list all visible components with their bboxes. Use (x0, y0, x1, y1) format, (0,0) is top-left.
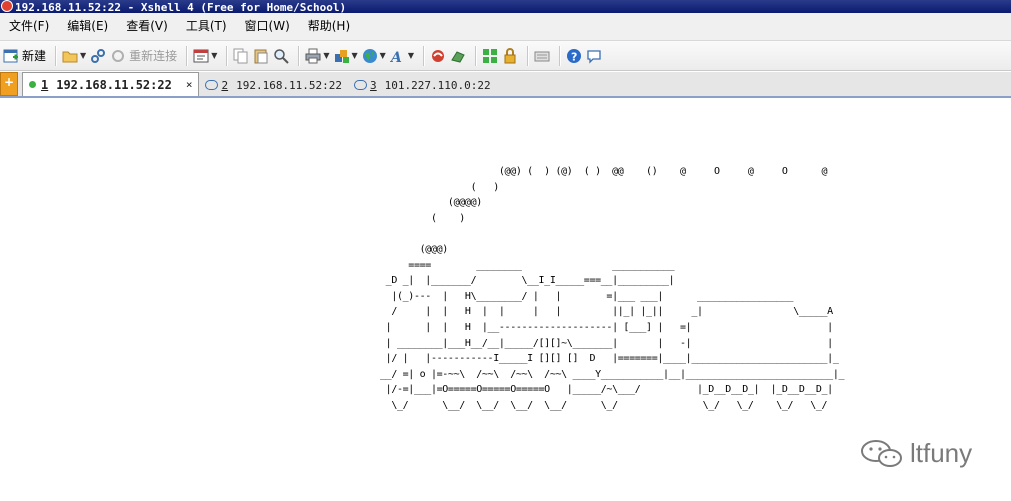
speech-bubble-icon (586, 48, 602, 64)
disconnected-session-icon (205, 80, 219, 90)
menu-view[interactable]: 查看(V) (117, 13, 177, 40)
menu-bar: 文件(F) 编辑(E) 查看(V) 工具(T) 窗口(W) 帮助(H) (0, 13, 1011, 41)
toolbar-divider (186, 45, 189, 66)
color-scheme-button[interactable]: ▼ (334, 44, 358, 68)
watermark: ltfuny (860, 438, 972, 469)
reconnect-button[interactable]: 重新连接 (110, 44, 177, 68)
toolbar-divider (558, 45, 561, 66)
chevron-down-icon[interactable]: ▼ (352, 51, 358, 60)
tab-session-1[interactable]: 1 192.168.11.52:22 × (22, 72, 200, 96)
lock-button[interactable] (502, 44, 518, 68)
svg-text:?: ? (571, 50, 577, 63)
watermark-text: ltfuny (910, 438, 973, 468)
new-session-label: 新建 (22, 49, 47, 63)
close-icon[interactable]: × (186, 78, 193, 91)
xshell-app-icon[interactable] (1, 0, 13, 12)
new-session-icon (3, 48, 19, 64)
open-folder-button[interactable]: ▼ (62, 44, 86, 68)
color-scheme-icon (334, 48, 350, 64)
fullscreen-icon (482, 48, 498, 64)
printer-icon (305, 48, 321, 64)
tab-label: 192.168.11.52:22 (236, 78, 343, 92)
tab-label: 101.227.110.0:22 (384, 78, 491, 92)
toolbar-divider (55, 45, 58, 66)
chevron-down-icon[interactable]: ▼ (408, 51, 414, 60)
help-button[interactable]: ? (566, 44, 582, 68)
transfer-icon (450, 48, 466, 64)
folder-icon (62, 48, 78, 64)
tab-number: 3 (370, 78, 377, 92)
svg-text:A: A (390, 50, 402, 64)
toolbar-divider (226, 45, 229, 66)
link-button[interactable] (90, 44, 106, 68)
globe-icon (362, 48, 378, 64)
tab-session-2[interactable]: 2 192.168.11.52:22 (199, 74, 348, 96)
xftp-icon (430, 48, 446, 64)
lock-icon (502, 47, 518, 64)
window-title: 192.168.11.52:22 - Xshell 4 (Free for Ho… (15, 1, 347, 13)
menu-edit[interactable]: 编辑(E) (58, 13, 117, 40)
menu-file[interactable]: 文件(F) (0, 13, 58, 40)
chat-button[interactable] (586, 44, 602, 68)
reconnect-label: 重新连接 (129, 49, 178, 63)
new-session-button[interactable]: 新建 (3, 44, 46, 68)
menu-help[interactable]: 帮助(H) (299, 13, 359, 40)
keyboard-button[interactable] (534, 44, 550, 68)
chevron-down-icon[interactable]: ▼ (380, 51, 386, 60)
copy-icon (233, 48, 249, 64)
transfer-button[interactable] (450, 44, 466, 68)
title-bar: 192.168.11.52:22 - Xshell 4 (Free for Ho… (0, 0, 1011, 13)
connected-status-icon (29, 81, 36, 88)
magnifier-icon (273, 48, 290, 64)
xftp-button[interactable] (430, 44, 446, 68)
menu-tools[interactable]: 工具(T) (177, 13, 236, 40)
chevron-down-icon[interactable]: ▼ (80, 51, 86, 60)
chevron-down-icon[interactable]: ▼ (323, 51, 329, 60)
font-icon: A (389, 48, 406, 66)
encoding-button[interactable]: ▼ (362, 44, 386, 68)
font-button[interactable]: A ▼ (389, 44, 414, 68)
link-icon (90, 48, 106, 64)
chevron-down-icon[interactable]: ▼ (211, 51, 217, 60)
properties-button[interactable]: ▼ (193, 44, 217, 68)
tab-session-3[interactable]: 3 101.227.110.0:22 (348, 74, 497, 96)
wechat-icon (861, 439, 902, 467)
help-icon: ? (566, 48, 582, 64)
print-button[interactable]: ▼ (305, 44, 330, 68)
session-tab-bar: 1 192.168.11.52:22 × 2 192.168.11.52:22 … (0, 72, 1011, 98)
reconnect-icon (110, 48, 126, 64)
toolbar-divider (422, 45, 425, 66)
copy-button[interactable] (233, 44, 249, 68)
tab-label: 192.168.11.52:22 (56, 77, 172, 92)
tab-number: 1 (41, 77, 49, 92)
find-button[interactable] (273, 44, 290, 68)
paste-icon (253, 48, 269, 64)
tab-number: 2 (221, 78, 229, 92)
keyboard-icon (534, 48, 550, 64)
toolbar-divider (474, 45, 477, 66)
terminal-area[interactable]: (@@) ( ) (@) ( ) @@ () @ O @ O @ ( ) (@@… (0, 98, 1011, 501)
menu-window[interactable]: 窗口(W) (236, 13, 299, 40)
disconnected-session-icon (354, 80, 368, 90)
terminal-output: (@@) ( ) (@) ( ) @@ () @ O @ O @ ( ) (@@… (380, 166, 845, 411)
add-session-tab-button[interactable] (0, 72, 18, 96)
toolbar-divider (298, 45, 301, 66)
toolbar-divider (526, 45, 529, 66)
fullscreen-button[interactable] (482, 44, 498, 68)
toolbar: 新建 ▼ 重新连接 ▼ ▼ ▼ ▼ A ▼ ? (0, 41, 1011, 71)
paste-button[interactable] (253, 44, 269, 68)
properties-icon (193, 48, 209, 64)
